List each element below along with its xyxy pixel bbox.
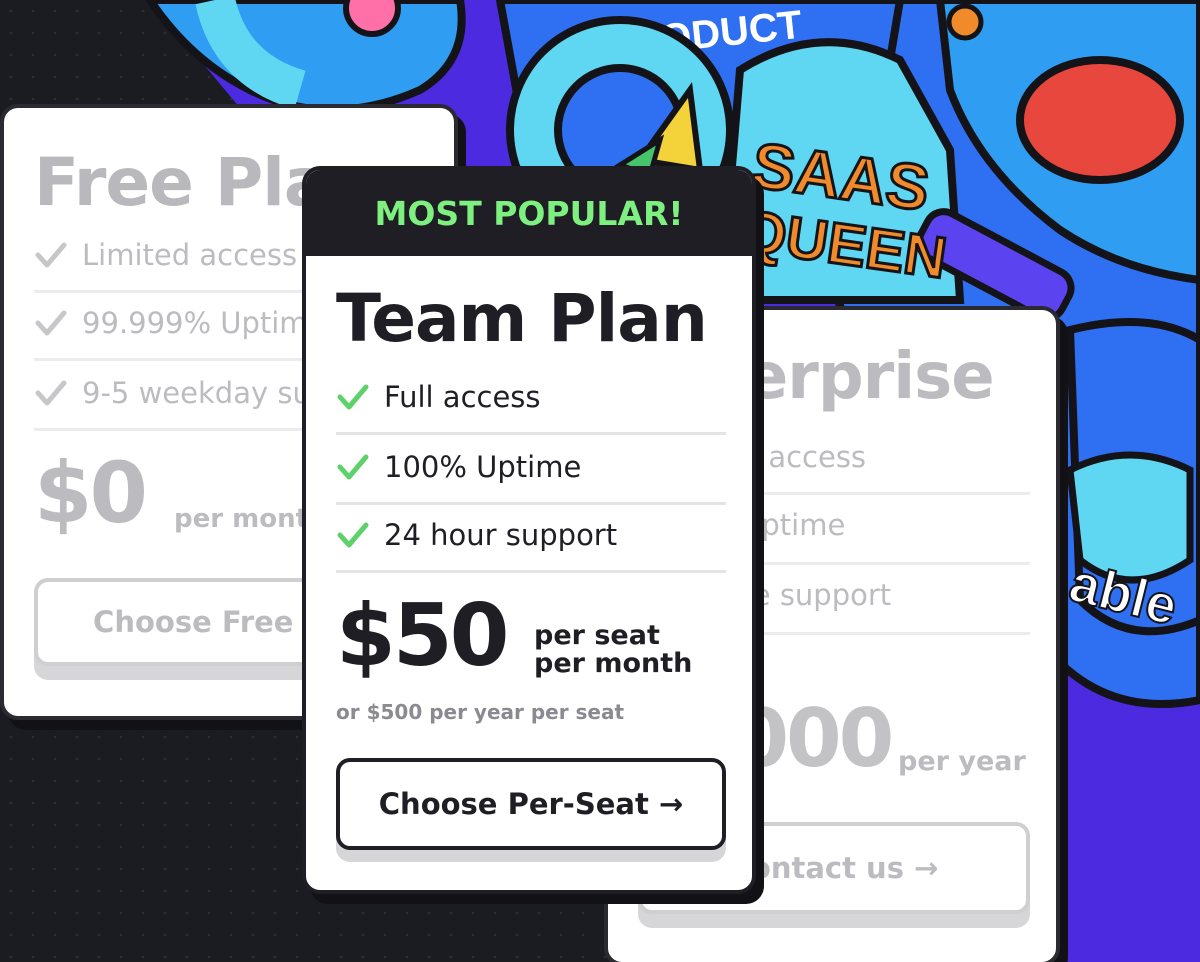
team-feature-label: 24 hour support xyxy=(384,518,618,552)
free-feature-item: 99.999% Uptime xyxy=(34,306,325,340)
free-price: $0 xyxy=(34,444,148,542)
team-price-unit-line1: per seat xyxy=(534,620,660,651)
check-icon xyxy=(35,380,67,406)
team-plan-card: MOST POPULAR! Team Plan Full access 100%… xyxy=(302,166,756,894)
team-feature-label: 100% Uptime xyxy=(384,450,582,484)
check-icon xyxy=(35,242,67,268)
divider xyxy=(336,502,726,505)
team-price: $50 xyxy=(336,586,510,686)
divider xyxy=(336,432,726,435)
most-popular-banner: MOST POPULAR! xyxy=(306,170,752,256)
choose-per-seat-button[interactable]: Choose Per-Seat → xyxy=(336,758,726,850)
check-icon xyxy=(337,522,369,548)
divider xyxy=(336,570,726,573)
team-feature-item: Full access xyxy=(336,380,541,414)
team-price-unit-line2: per month xyxy=(534,648,693,679)
team-plan-title: Team Plan xyxy=(336,280,708,357)
team-feature-label: Full access xyxy=(384,380,541,414)
team-price-alt: or $500 per year per seat xyxy=(336,700,625,724)
free-feature-label: Limited access xyxy=(82,238,298,272)
check-icon xyxy=(35,310,67,336)
check-icon xyxy=(337,384,369,410)
free-feature-label: 99.999% Uptime xyxy=(82,306,326,340)
free-feature-item: Limited access xyxy=(34,238,297,272)
team-feature-item: 100% Uptime xyxy=(336,450,581,484)
enterprise-price-unit: per year xyxy=(898,746,1026,777)
team-feature-item: 24 hour support xyxy=(336,518,617,552)
check-icon xyxy=(337,454,369,480)
